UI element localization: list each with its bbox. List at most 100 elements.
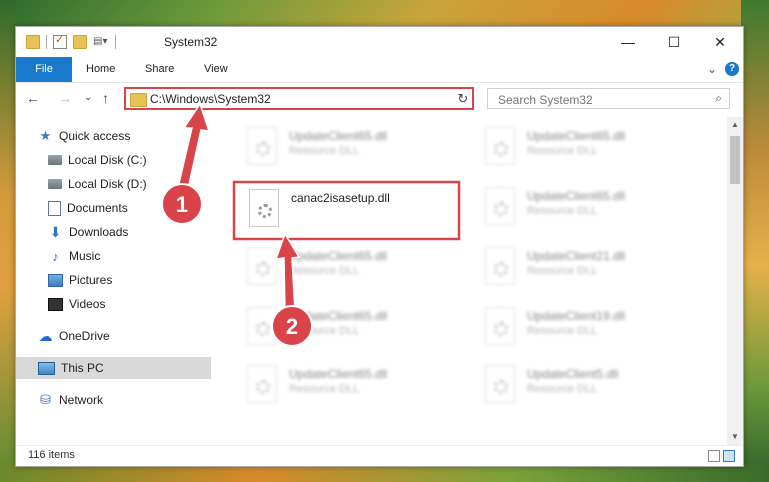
scroll-down-icon[interactable]: ▼ (727, 429, 743, 445)
customize-toolbar-icon[interactable]: ▤▾ (93, 36, 109, 48)
tab-view[interactable]: View (204, 57, 228, 82)
window-title: System32 (164, 35, 218, 49)
videos-icon (48, 297, 63, 311)
sidebar-item-label: Local Disk (D:) (68, 177, 147, 191)
file-item-canac2isasetup[interactable]: canac2isasetup.dll (239, 185, 467, 237)
file-type: Resource DLL (527, 325, 598, 337)
expand-ribbon-icon[interactable]: ⌄ (707, 62, 717, 76)
file-name: UpdateClient65.dll (289, 129, 388, 143)
sidebar-item-music[interactable]: ♪ Music ▪ (16, 245, 242, 267)
sidebar-item-this-pc[interactable]: This PC (16, 357, 232, 379)
file-item[interactable]: UpdateClient21.dll Resource DLL (475, 243, 703, 295)
vertical-scrollbar[interactable]: ▲ ▼ (727, 117, 743, 445)
file-type: Resource DLL (289, 383, 360, 395)
help-icon[interactable]: ? (725, 62, 739, 76)
details-view-icon[interactable] (708, 450, 720, 462)
tiles-view-icon[interactable] (723, 450, 735, 462)
sidebar-item-label: Quick access (59, 129, 131, 143)
file-explorer-window: ▤▾ System32 — ☐ ✕ File Home Share View ⌄… (15, 26, 744, 467)
file-type: Resource DLL (289, 325, 360, 337)
file-name: UpdateClient65.dll (289, 309, 388, 323)
scroll-up-icon[interactable]: ▲ (727, 117, 743, 133)
sidebar-item-quick-access[interactable]: ★ Quick access (16, 125, 232, 147)
disk-icon (48, 155, 62, 165)
address-bar[interactable]: C:\Windows\System32 ⌄ (124, 87, 472, 110)
file-item[interactable]: UpdateClient65.dll Resource DLL (237, 303, 465, 355)
file-item[interactable]: UpdateClient19.dll Resource DLL (475, 303, 703, 355)
sidebar-item-local-disk-d[interactable]: Local Disk (D:) ▪ (16, 173, 242, 195)
close-button[interactable]: ✕ (697, 27, 743, 57)
sidebar-item-label: Network (59, 393, 104, 407)
sidebar-item-label: Local Disk (C:) (68, 153, 147, 167)
sidebar-item-network[interactable]: ⛁ Network (16, 389, 232, 411)
sidebar-item-documents[interactable]: Documents ▪ (16, 197, 242, 219)
view-toggle (708, 450, 735, 462)
file-name: UpdateClient65.dll (289, 249, 388, 263)
file-type: Resource DLL (289, 145, 360, 157)
documents-icon (48, 200, 61, 216)
file-item[interactable]: UpdateClient65.dll Resource DLL (237, 123, 465, 175)
recent-locations-button[interactable]: ⌄ (84, 92, 92, 103)
sidebar-item-label: Documents (67, 201, 128, 215)
window-controls: — ☐ ✕ (605, 27, 743, 57)
search-input[interactable] (496, 92, 700, 108)
tab-home[interactable]: Home (86, 57, 115, 82)
sidebar-item-pictures[interactable]: Pictures ▪ (16, 269, 242, 291)
file-item[interactable]: UpdateClient65.dll Resource DLL (237, 243, 465, 295)
file-name: UpdateClient21.dll (527, 249, 626, 263)
tab-share[interactable]: Share (145, 57, 174, 82)
star-icon: ★ (39, 128, 52, 143)
desktop-background-right (741, 0, 769, 482)
file-name: UpdateClient65.dll (289, 367, 388, 381)
file-item[interactable]: UpdateClient65.dll Resource DLL (237, 361, 465, 413)
toolbar-divider (115, 35, 116, 49)
new-folder-icon[interactable] (73, 35, 87, 49)
cloud-icon: ☁ (38, 327, 53, 344)
properties-icon[interactable] (53, 33, 67, 49)
ribbon-tabs: File Home Share View ⌄ ? (16, 57, 743, 83)
toolbar-divider (46, 35, 47, 49)
back-button[interactable]: ← (26, 90, 40, 106)
sidebar-item-label: Downloads (69, 225, 129, 239)
dll-file-icon (247, 247, 277, 285)
tab-file[interactable]: File (16, 57, 72, 82)
file-name: UpdateClient5.dll (527, 367, 619, 381)
file-item[interactable]: UpdateClient65.dll Resource DLL (475, 183, 703, 235)
sidebar-item-videos[interactable]: Videos ▪ (16, 293, 242, 315)
file-type: Resource DLL (527, 383, 598, 395)
dll-file-icon (485, 127, 515, 165)
sidebar-item-label: Music (69, 249, 101, 263)
scrollbar-thumb[interactable] (730, 136, 740, 184)
file-type: Resource DLL (527, 145, 598, 157)
file-item[interactable]: UpdateClient5.dll Resource DLL (475, 361, 703, 413)
file-name: UpdateClient65.dll (527, 129, 626, 143)
refresh-button[interactable]: ↻ (454, 87, 474, 110)
dll-file-icon (485, 187, 515, 225)
file-name: canac2isasetup.dll (291, 191, 390, 205)
forward-button[interactable]: → (58, 90, 72, 106)
item-count: 116 items (28, 449, 75, 461)
sidebar-item-downloads[interactable]: ⬇ Downloads ▪ (16, 221, 242, 243)
sidebar-item-local-disk-c[interactable]: Local Disk (C:) ▪ (16, 149, 242, 171)
address-path: C:\Windows\System32 (150, 92, 271, 106)
search-box[interactable]: ⌕ (487, 88, 730, 109)
file-item[interactable]: UpdateClient65.dll Resource DLL (475, 123, 703, 175)
dll-file-icon (485, 247, 515, 285)
file-name: UpdateClient19.dll (527, 309, 626, 323)
network-icon: ⛁ (40, 392, 51, 407)
sidebar-item-label: Videos (69, 297, 106, 311)
search-icon[interactable]: ⌕ (715, 91, 722, 106)
file-type: Resource DLL (527, 205, 598, 217)
disk-icon (48, 179, 62, 189)
up-button[interactable]: ↑ (102, 90, 109, 106)
sidebar-item-label: Pictures (69, 273, 113, 287)
maximize-button[interactable]: ☐ (651, 27, 697, 57)
minimize-button[interactable]: — (605, 27, 651, 57)
dll-file-icon (485, 307, 515, 345)
dll-file-icon (485, 365, 515, 403)
dll-file-icon (249, 189, 279, 227)
folder-icon (130, 93, 147, 107)
ribbon-right-controls: ⌄ ? (707, 62, 739, 76)
sidebar-item-onedrive[interactable]: ☁ OneDrive (16, 325, 232, 347)
navigation-pane: ★ Quick access Local Disk (C:) ▪ Local D… (16, 123, 238, 445)
